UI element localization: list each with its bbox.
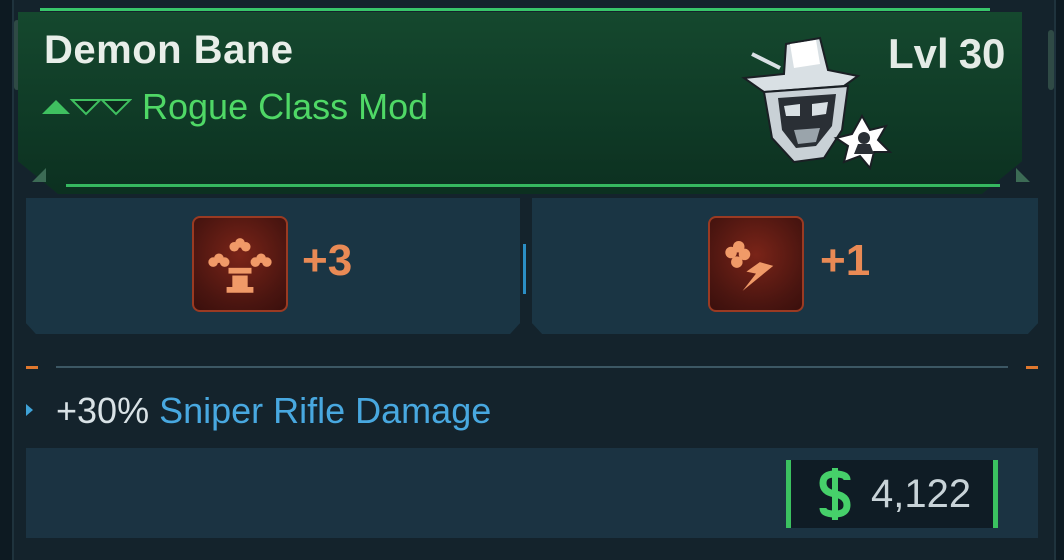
header-top-line (40, 8, 990, 11)
price-value: 4,122 (871, 472, 972, 516)
stat-label: Sniper Rifle Damage (159, 390, 492, 431)
header-bottom-line (66, 184, 1000, 187)
item-level: Lvl 30 (888, 30, 1015, 78)
frame-accent-right (1048, 30, 1054, 90)
item-name: Demon Bane (44, 28, 294, 72)
rarity-chevrons-icon (42, 99, 132, 116)
level-label: Lvl (888, 30, 949, 77)
masked-skull-emblem-icon (741, 36, 893, 170)
separator-tick-right (1026, 366, 1038, 369)
separator-tick-left (26, 366, 38, 369)
stat-line: +30% Sniper Rifle Damage (56, 390, 491, 432)
clover-lightning-skill-icon[interactable] (708, 216, 804, 312)
level-value: 30 (958, 30, 1006, 77)
dollar-icon (819, 468, 851, 520)
skill-divider (523, 244, 526, 294)
stat-bullet-icon (26, 404, 33, 416)
skill-bonus-value: +1 (820, 236, 871, 285)
section-separator (56, 366, 1008, 368)
price-box: 4,122 (786, 460, 998, 528)
clover-totem-skill-icon[interactable] (192, 216, 288, 312)
stat-value: +30% (56, 390, 150, 431)
item-type: Rogue Class Mod (142, 86, 429, 127)
header-corner-right (1016, 168, 1030, 182)
skill-bonus-value: +3 (302, 236, 353, 285)
header-corner-left (32, 168, 46, 182)
